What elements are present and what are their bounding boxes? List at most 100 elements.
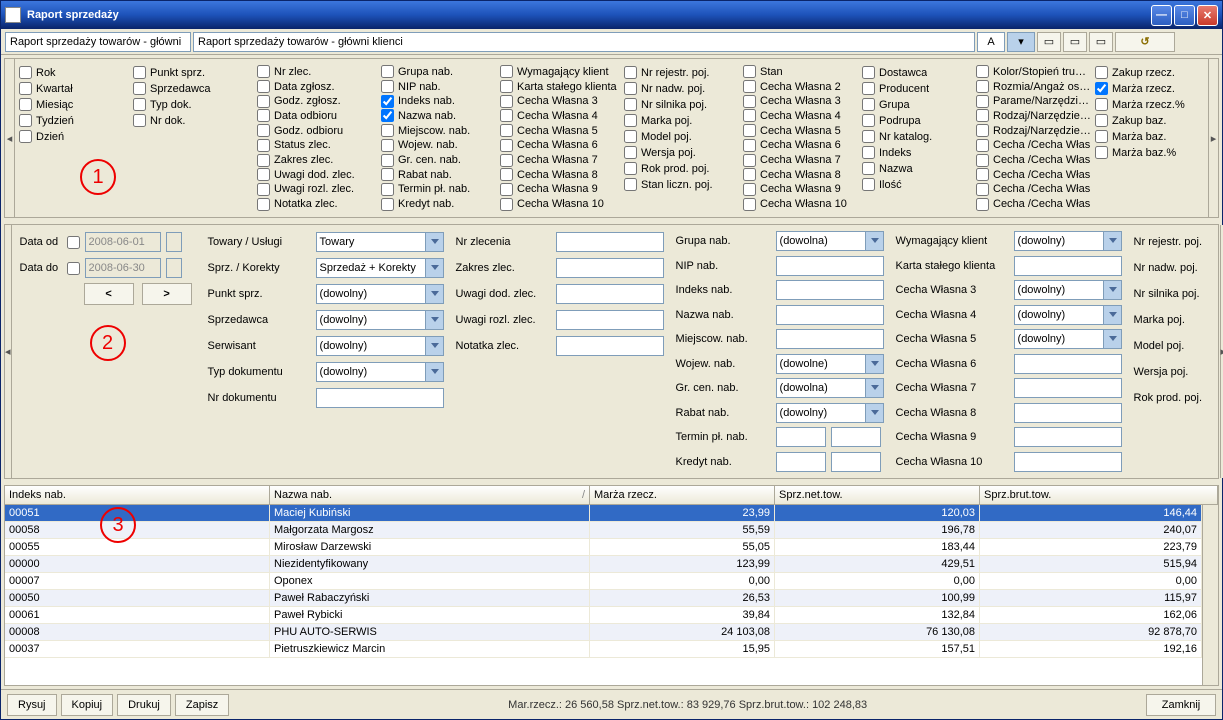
criteria-chk-9-3[interactable]: Zakup baz.	[1095, 113, 1190, 128]
close-dialog-button[interactable]: Zamknij	[1146, 694, 1216, 716]
checkbox[interactable]	[1095, 114, 1108, 127]
checkbox[interactable]	[133, 98, 146, 111]
checkbox[interactable]	[381, 109, 394, 122]
seller-select[interactable]: (dowolny)	[316, 310, 444, 330]
checkbox[interactable]	[257, 183, 270, 196]
checkbox[interactable]	[624, 162, 637, 175]
checkbox[interactable]	[976, 154, 989, 167]
criteria-chk-1-2[interactable]: Typ dok.	[133, 97, 253, 112]
checkbox[interactable]	[133, 82, 146, 95]
checkbox[interactable]	[381, 154, 394, 167]
criteria-chk-3-0[interactable]: Grupa nab.	[381, 65, 496, 79]
criteria-chk-8-5[interactable]: Cecha /Cecha Włas	[976, 139, 1091, 153]
date-from-chk[interactable]	[67, 236, 80, 249]
checkbox[interactable]	[862, 130, 875, 143]
criteria-chk-8-6[interactable]: Cecha /Cecha Włas	[976, 153, 1091, 167]
table-row[interactable]: 00058Małgorzata Margosz55,59196,78240,07	[5, 522, 1202, 539]
criteria-chk-4-8[interactable]: Cecha Własna 9	[500, 183, 620, 197]
checkbox[interactable]	[257, 124, 270, 137]
criteria-chk-2-5[interactable]: Status zlec.	[257, 139, 377, 153]
grid-body[interactable]: 3 00051Maciej Kubiński23,99120,03146,440…	[5, 505, 1202, 685]
criteria-chk-8-9[interactable]: Cecha /Cecha Włas	[976, 197, 1091, 211]
checkbox[interactable]	[743, 124, 756, 137]
checkbox[interactable]	[500, 139, 513, 152]
checkbox[interactable]	[1095, 82, 1108, 95]
scope-input[interactable]	[556, 258, 664, 278]
refresh-button[interactable]: ↺	[1115, 32, 1175, 52]
criteria-chk-6-8[interactable]: Cecha Własna 9	[743, 183, 858, 197]
checkbox[interactable]	[624, 114, 637, 127]
criteria-chk-0-1[interactable]: Kwartał	[19, 81, 129, 96]
checkbox[interactable]	[1095, 146, 1108, 159]
checkbox[interactable]	[976, 65, 989, 78]
docnum-input[interactable]	[316, 388, 444, 408]
criteria-chk-4-3[interactable]: Cecha Własna 4	[500, 109, 620, 123]
table-row[interactable]: 00000Niezidentyfikowany123,99429,51515,9…	[5, 556, 1202, 573]
checkbox[interactable]	[862, 178, 875, 191]
criteria-chk-9-5[interactable]: Marża baz.%	[1095, 145, 1190, 160]
checkbox[interactable]	[381, 139, 394, 152]
checkbox[interactable]	[743, 183, 756, 196]
criteria-chk-5-7[interactable]: Stan liczn. poj.	[624, 177, 739, 192]
font-letter[interactable]: A	[977, 32, 1005, 52]
criteria-chk-4-7[interactable]: Cecha Własna 8	[500, 168, 620, 182]
cw9-input[interactable]	[1014, 427, 1122, 447]
criteria-chk-2-9[interactable]: Notatka zlec.	[257, 197, 377, 211]
checkbox[interactable]	[862, 98, 875, 111]
panel1-collapse-right[interactable]: ▸	[1208, 59, 1218, 217]
checkbox[interactable]	[257, 109, 270, 122]
copy-button[interactable]: Kopiuj	[61, 694, 114, 716]
col-marza[interactable]: Marża rzecz.	[590, 486, 775, 504]
checkbox[interactable]	[976, 95, 989, 108]
table-row[interactable]: 00061Paweł Rybicki39,84132,84162,06	[5, 607, 1202, 624]
settlnotes-input[interactable]	[556, 310, 664, 330]
cw6-input[interactable]	[1014, 354, 1122, 374]
checkbox[interactable]	[381, 80, 394, 93]
criteria-chk-5-3[interactable]: Marka poj.	[624, 113, 739, 128]
checkbox[interactable]	[862, 162, 875, 175]
panel2-collapse-right[interactable]: ▸	[1220, 225, 1223, 478]
criteria-chk-4-9[interactable]: Cecha Własna 10	[500, 197, 620, 211]
checkbox[interactable]	[624, 130, 637, 143]
criteria-chk-6-6[interactable]: Cecha Własna 7	[743, 153, 858, 167]
criteria-chk-8-0[interactable]: Kolor/Stopień trudnc	[976, 65, 1091, 79]
checkbox[interactable]	[19, 66, 32, 79]
checkbox[interactable]	[257, 139, 270, 152]
checkbox[interactable]	[381, 124, 394, 137]
criteria-chk-2-8[interactable]: Uwagi rozl. zlec.	[257, 183, 377, 197]
checkbox[interactable]	[976, 139, 989, 152]
checkbox[interactable]	[257, 95, 270, 108]
checkbox[interactable]	[624, 98, 637, 111]
criteria-chk-7-4[interactable]: Nr katalog.	[862, 129, 972, 144]
criteria-chk-4-6[interactable]: Cecha Własna 7	[500, 153, 620, 167]
prev-button[interactable]: <	[84, 283, 134, 305]
checkbox[interactable]	[19, 98, 32, 111]
criteria-chk-5-5[interactable]: Wersja poj.	[624, 145, 739, 160]
criteria-chk-7-7[interactable]: Ilość	[862, 177, 972, 192]
criteria-chk-1-3[interactable]: Nr dok.	[133, 113, 253, 128]
report-combo-2[interactable]	[193, 32, 975, 52]
checkbox[interactable]	[862, 146, 875, 159]
font-dropdown-icon[interactable]: ▾	[1007, 32, 1035, 52]
cw10-input[interactable]	[1014, 452, 1122, 472]
checkbox[interactable]	[133, 66, 146, 79]
criteria-chk-0-4[interactable]: Dzień	[19, 129, 129, 144]
checkbox[interactable]	[624, 66, 637, 79]
sales-corr-select[interactable]: Sprzedaż + Korekty	[316, 258, 444, 278]
criteria-chk-0-3[interactable]: Tydzień	[19, 113, 129, 128]
cw4-select[interactable]: (dowolny)	[1014, 305, 1122, 325]
col-brut[interactable]: Sprz.brut.tow.	[980, 486, 1218, 504]
criteria-chk-7-1[interactable]: Producent	[862, 81, 972, 96]
checkbox[interactable]	[19, 82, 32, 95]
pricegroup-select[interactable]: (dowolna)	[776, 378, 884, 398]
checkbox[interactable]	[133, 114, 146, 127]
checkbox[interactable]	[624, 178, 637, 191]
date-from-picker[interactable]	[166, 232, 182, 252]
criteria-chk-2-7[interactable]: Uwagi dod. zlec.	[257, 168, 377, 182]
checkbox[interactable]	[381, 183, 394, 196]
checkbox[interactable]	[862, 114, 875, 127]
criteria-chk-0-0[interactable]: Rok	[19, 65, 129, 80]
close-button[interactable]: ✕	[1197, 5, 1218, 26]
criteria-chk-5-2[interactable]: Nr silnika poj.	[624, 97, 739, 112]
criteria-chk-1-0[interactable]: Punkt sprz.	[133, 65, 253, 80]
